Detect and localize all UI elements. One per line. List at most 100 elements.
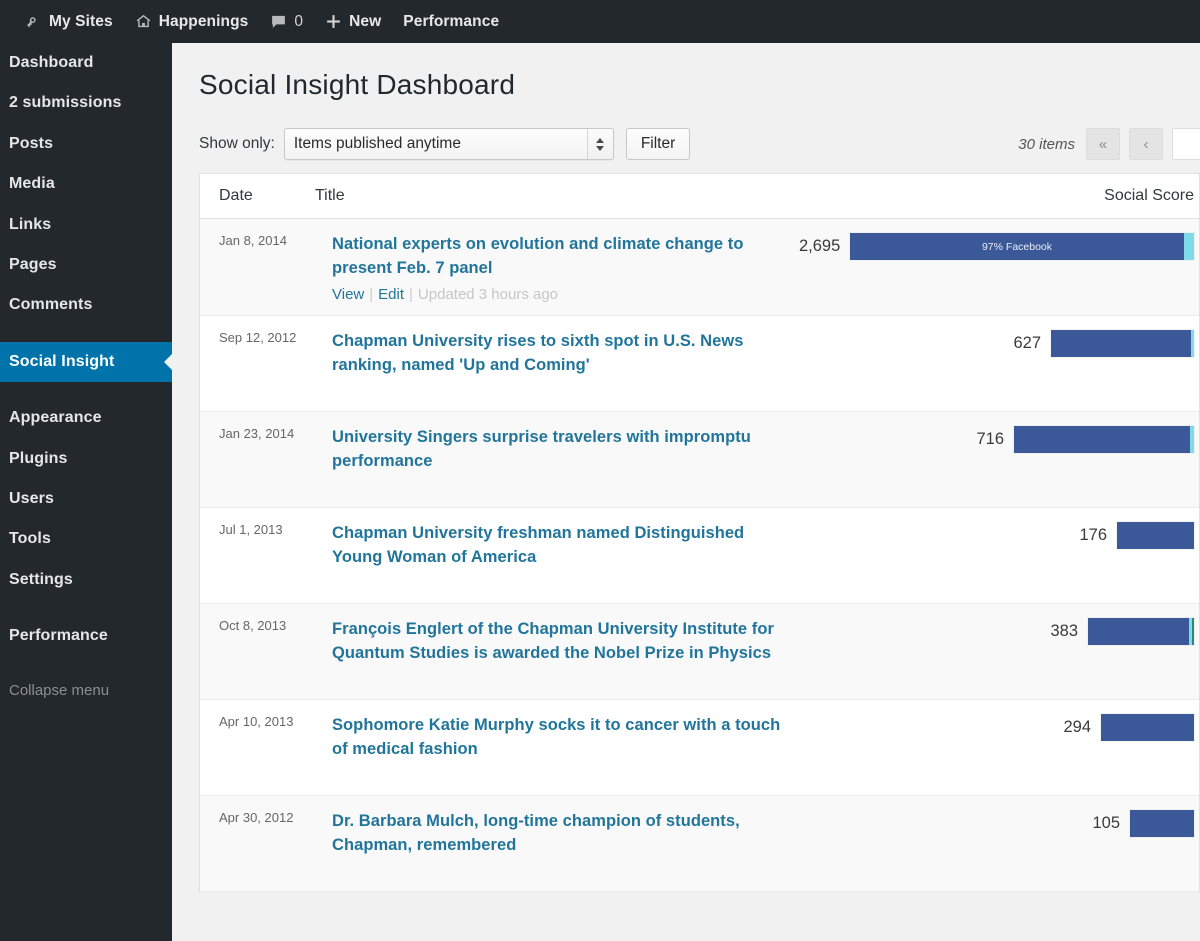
- sidebar-item-posts[interactable]: Posts: [0, 124, 172, 164]
- social-score-bar: [1117, 522, 1194, 549]
- row-date: Oct 8, 2013: [200, 604, 315, 699]
- table-row: Jan 23, 2014University Singers surprise …: [200, 412, 1199, 508]
- social-score-bar: [1101, 714, 1194, 741]
- post-title-link[interactable]: National experts on evolution and climat…: [332, 233, 789, 281]
- social-score-table: Date Title Social Score Jan 8, 2014 Natio…: [199, 173, 1200, 892]
- social-score-bar: [1130, 810, 1194, 837]
- sidebar-item-plugins[interactable]: Plugins: [0, 439, 172, 479]
- row-title-cell: François Englert of the Chapman Universi…: [315, 604, 799, 699]
- adminbar-item-label: Happenings: [159, 13, 249, 31]
- sidebar-item-performance[interactable]: Performance: [0, 616, 172, 656]
- sidebar-item-media[interactable]: Media: [0, 164, 172, 204]
- post-title-link[interactable]: François Englert of the Chapman Universi…: [332, 618, 789, 666]
- bar-segment-facebook: [1130, 810, 1194, 837]
- sidebar-item-label: Social Insight: [9, 353, 114, 370]
- post-title-link[interactable]: Dr. Barbara Mulch, long-time champion of…: [332, 810, 789, 858]
- sidebar-item-tools[interactable]: Tools: [0, 519, 172, 559]
- bar-segment-facebook: [1117, 522, 1194, 549]
- adminbar-item-new[interactable]: New: [314, 0, 392, 43]
- adminbar-item-performance[interactable]: Performance: [392, 0, 510, 43]
- sidebar-item-dashboard[interactable]: Dashboard: [0, 43, 172, 83]
- sidebar-separator: [0, 656, 172, 672]
- plus-icon: [325, 13, 342, 30]
- sidebar-item-label: Settings: [9, 571, 73, 588]
- sidebar-item-2-submissions[interactable]: 2 submissions: [0, 83, 172, 123]
- sidebar-item-label: Comments: [9, 296, 92, 313]
- sidebar-item-label: 2 submissions: [9, 94, 121, 111]
- filter-button[interactable]: Filter: [626, 128, 690, 160]
- first-page-button[interactable]: «: [1086, 128, 1120, 160]
- pagination-controls: 30 items « ‹: [1018, 127, 1200, 161]
- row-actions: View|Edit|Updated 3 hours ago: [332, 286, 789, 303]
- sidebar-item-label: Dashboard: [9, 54, 93, 71]
- sidebar-item-users[interactable]: Users: [0, 479, 172, 519]
- sidebar-item-pages[interactable]: Pages: [0, 245, 172, 285]
- adminbar-item-0[interactable]: 0: [259, 0, 314, 43]
- sidebar-item-label: Performance: [9, 627, 108, 644]
- main-content: Social Insight Dashboard Show only: Item…: [172, 43, 1200, 941]
- sidebar-item-comments[interactable]: Comments: [0, 285, 172, 325]
- bar-segment-facebook: [1088, 618, 1189, 645]
- prev-page-button[interactable]: ‹: [1129, 128, 1163, 160]
- social-score-value: 294: [1063, 714, 1091, 741]
- collapse-menu-button[interactable]: Collapse menu: [0, 672, 172, 709]
- view-link[interactable]: View: [332, 286, 364, 303]
- sidebar-item-label: Users: [9, 490, 54, 507]
- table-row: Apr 30, 2012 Dr. Barbara Mulch, long-time…: [200, 796, 1199, 892]
- chevron-updown-icon: [587, 129, 613, 159]
- home-icon: [135, 13, 152, 30]
- sidebar-item-social-insight[interactable]: Social Insight: [0, 342, 172, 382]
- social-score-value: 627: [1013, 330, 1041, 357]
- bar-segment-twitter: [1184, 233, 1194, 260]
- bar-segment-twitter: [1191, 330, 1194, 357]
- adminbar-item-label: Performance: [403, 13, 499, 31]
- action-separator: |: [369, 286, 373, 303]
- adminbar-item-label: My Sites: [49, 13, 113, 31]
- table-header-row: Date Title Social Score: [200, 174, 1199, 219]
- row-title-cell: Dr. Barbara Mulch, long-time champion of…: [315, 796, 799, 891]
- adminbar-item-my-sites[interactable]: My Sites: [14, 0, 124, 43]
- current-page-input[interactable]: [1172, 128, 1200, 160]
- row-date: Apr 30, 2012: [200, 796, 315, 891]
- table-row: Oct 8, 2013 François Englert of the Chapm…: [200, 604, 1199, 700]
- table-row: Sep 12, 2012Chapman University rises to …: [200, 316, 1199, 412]
- key-icon: [25, 13, 42, 30]
- social-score-bar: 97% Facebook: [850, 233, 1194, 260]
- post-title-link[interactable]: Chapman University rises to sixth spot i…: [332, 330, 789, 378]
- row-social-score-cell: 627: [799, 316, 1199, 411]
- sidebar-item-links[interactable]: Links: [0, 205, 172, 245]
- row-date: Jan 8, 2014: [200, 219, 315, 315]
- column-header-title: Title: [315, 187, 799, 205]
- row-social-score-cell: 105: [799, 796, 1199, 891]
- social-score-value: 2,695: [799, 233, 840, 260]
- column-header-date: Date: [200, 187, 315, 205]
- bar-segment-facebook: [1014, 426, 1190, 453]
- row-title-cell: University Singers surprise travelers wi…: [315, 412, 799, 507]
- sidebar-separator: [0, 600, 172, 616]
- adminbar-item-label: New: [349, 13, 381, 31]
- row-date: Apr 10, 2013: [200, 700, 315, 795]
- sidebar-item-appearance[interactable]: Appearance: [0, 398, 172, 438]
- edit-link[interactable]: Edit: [378, 286, 404, 303]
- sidebar-item-settings[interactable]: Settings: [0, 560, 172, 600]
- items-count: 30 items: [1018, 136, 1075, 153]
- social-score-bar: [1088, 618, 1194, 645]
- post-title-link[interactable]: Sophomore Katie Murphy socks it to cance…: [332, 714, 789, 762]
- published-date-select-value: Items published anytime: [285, 135, 461, 153]
- adminbar-item-happenings[interactable]: Happenings: [124, 0, 260, 43]
- bar-segment-twitter: [1190, 426, 1194, 453]
- social-score-value: 105: [1092, 810, 1120, 837]
- published-date-select[interactable]: Items published anytime: [284, 128, 614, 160]
- admin-bar: My Sites Happenings 0 New Performance: [0, 0, 1200, 43]
- bar-segment-facebook: [1101, 714, 1194, 741]
- action-separator: |: [409, 286, 413, 303]
- post-title-link[interactable]: University Singers surprise travelers wi…: [332, 426, 789, 474]
- sidebar-item-label: Appearance: [9, 409, 102, 426]
- adminbar-item-label: 0: [294, 13, 303, 31]
- sidebar-item-label: Links: [9, 216, 51, 233]
- table-row: Apr 10, 2013 Sophomore Katie Murphy socks…: [200, 700, 1199, 796]
- social-score-value: 716: [976, 426, 1004, 453]
- post-title-link[interactable]: Chapman University freshman named Distin…: [332, 522, 789, 570]
- page-title: Social Insight Dashboard: [172, 43, 1200, 101]
- row-date: Jul 1, 2013: [200, 508, 315, 603]
